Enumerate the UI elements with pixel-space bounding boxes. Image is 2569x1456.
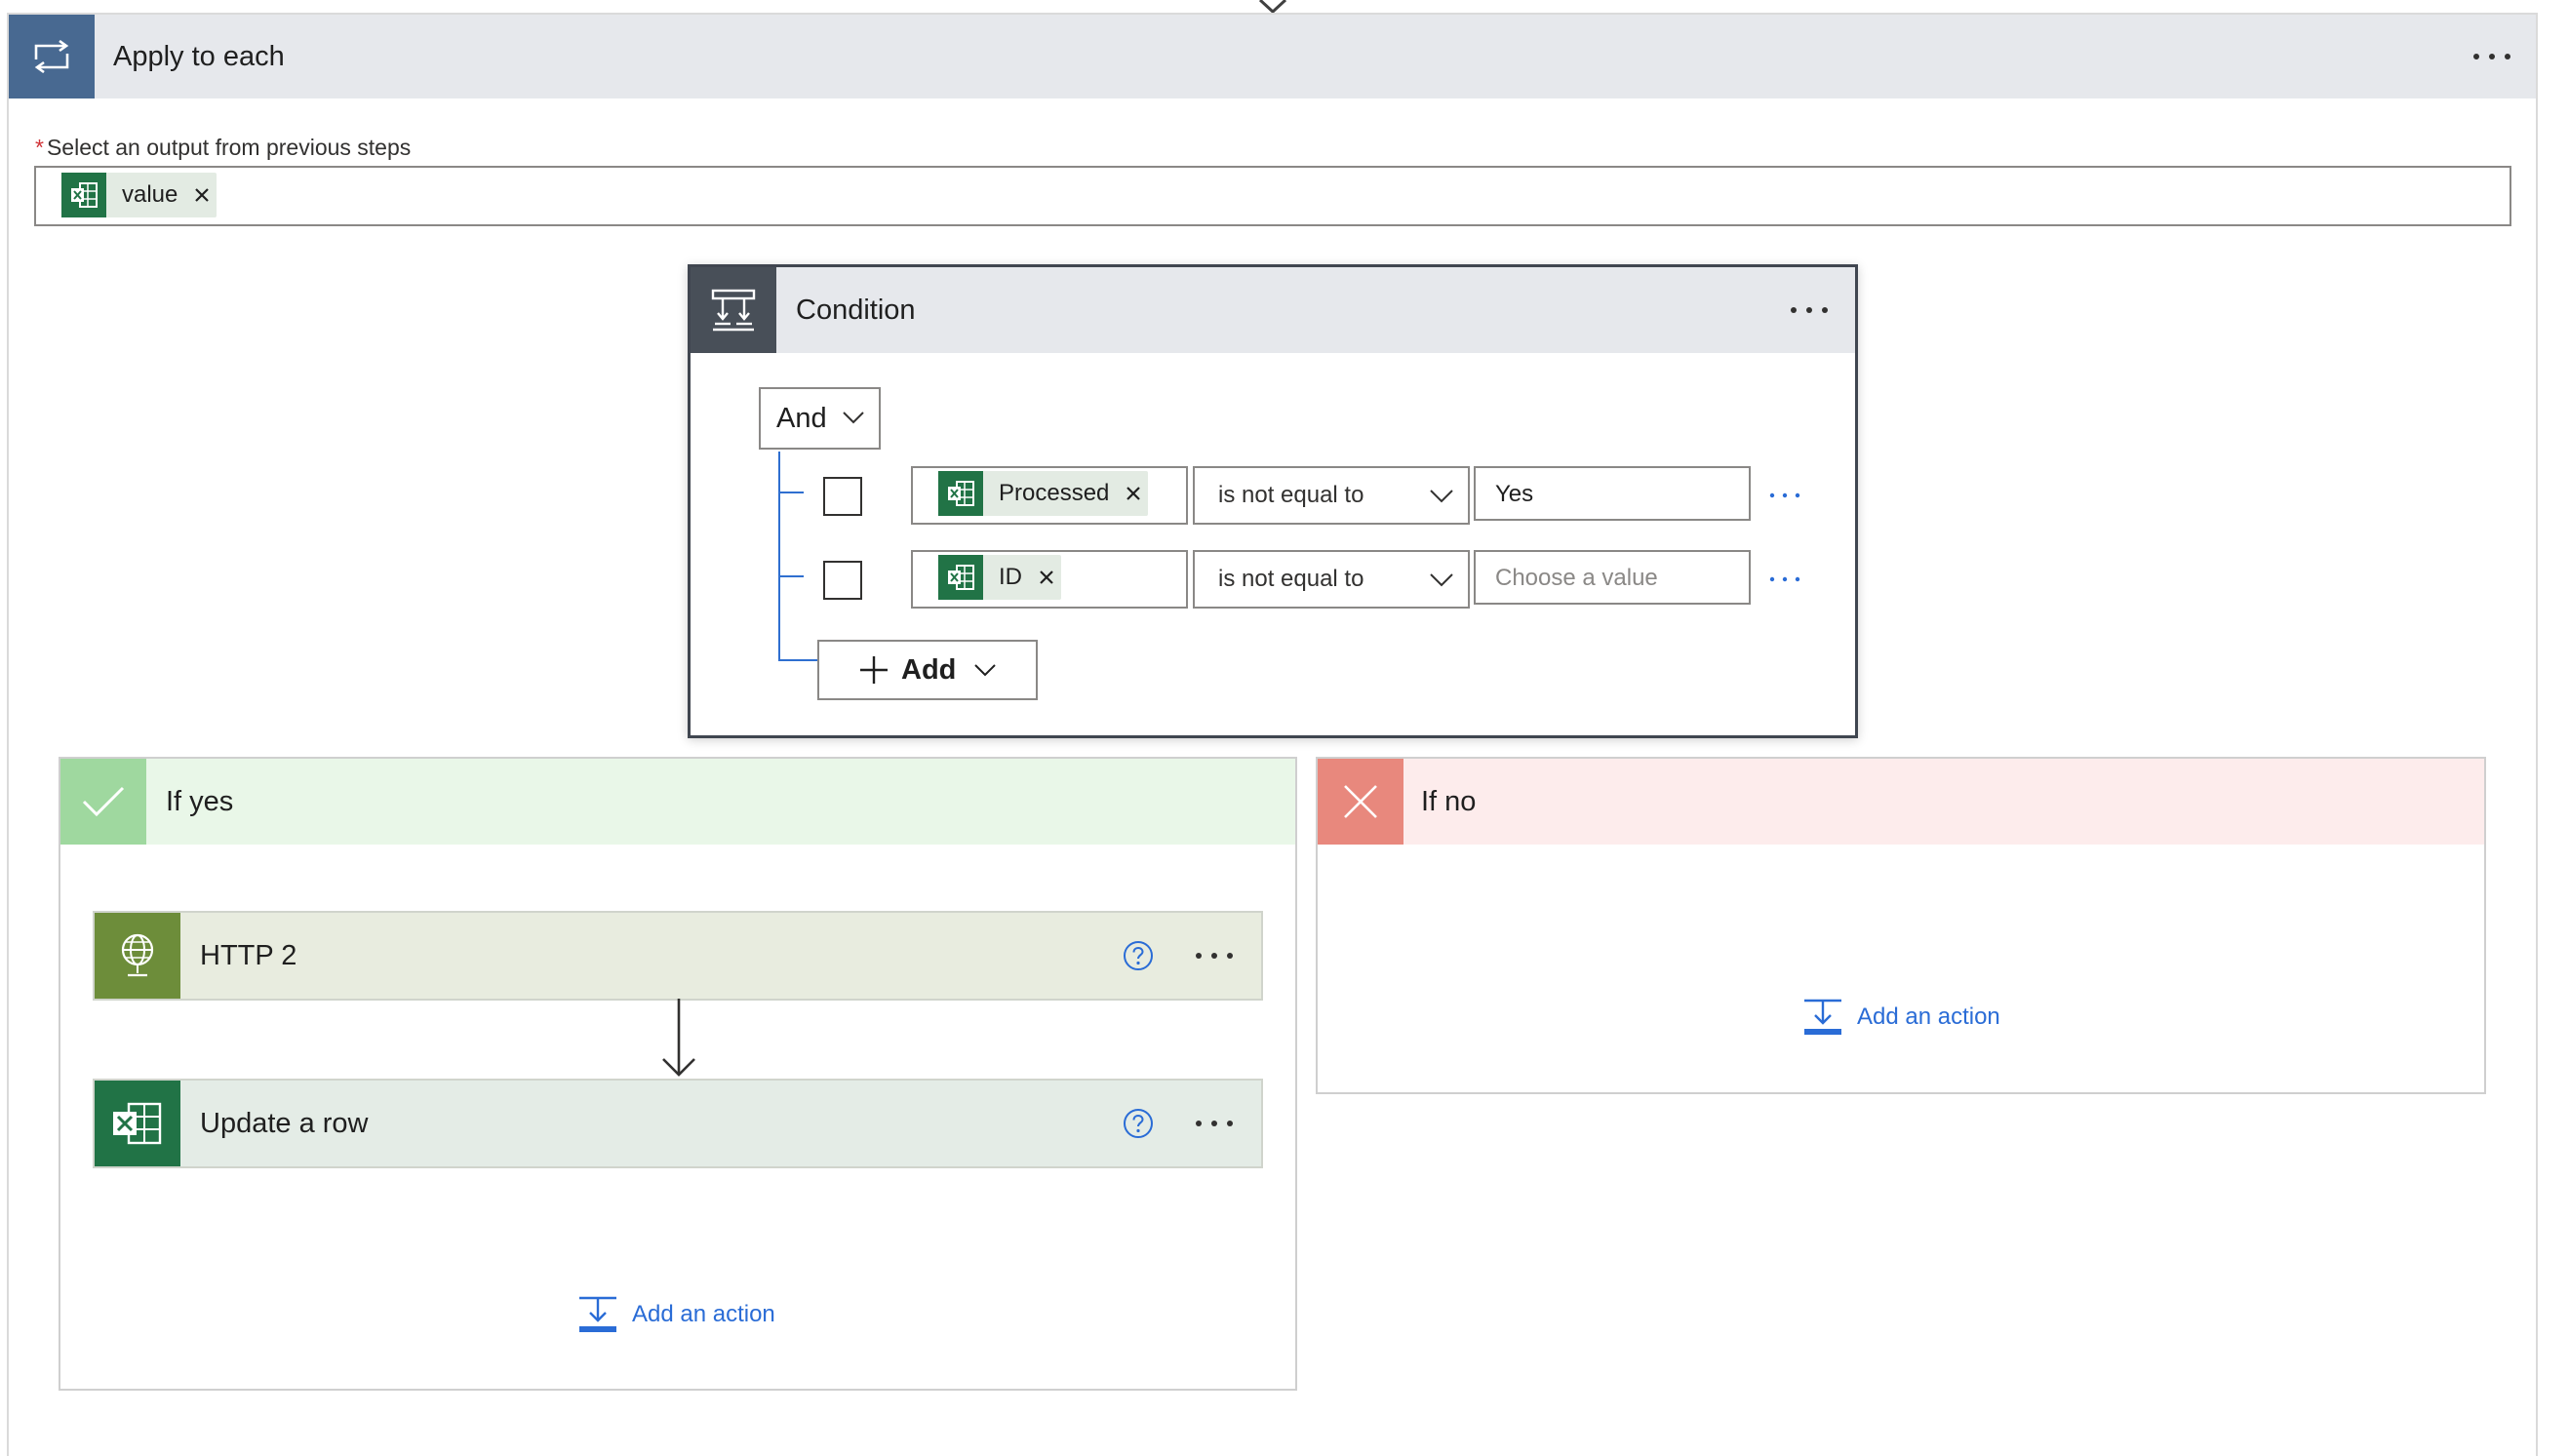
group-operator-value: And (776, 402, 827, 434)
token-label: Processed (999, 480, 1110, 506)
globe-icon (95, 913, 180, 999)
add-label: Add (901, 653, 957, 686)
add-action-label: Add an action (632, 1301, 775, 1327)
excel-icon (938, 555, 983, 600)
condition-left-operand[interactable]: ID (911, 550, 1188, 609)
chevron-down-icon (973, 663, 997, 677)
if-yes-title: If yes (166, 786, 234, 817)
operator-value: is not equal to (1218, 566, 1364, 592)
remove-token-icon[interactable] (187, 173, 217, 217)
tree-branch (778, 659, 819, 661)
token-label: ID (999, 564, 1022, 590)
chevron-down-icon (1429, 488, 1454, 503)
more-options-icon[interactable] (1185, 934, 1244, 977)
processed-token[interactable]: Processed (938, 471, 1149, 516)
update-row-action-card[interactable]: Update a row (93, 1079, 1263, 1168)
id-token[interactable]: ID (938, 555, 1061, 600)
chevron-down-icon (1429, 571, 1454, 587)
checkmark-icon (60, 759, 146, 845)
row-more-icon[interactable] (1763, 476, 1806, 515)
more-options-icon[interactable] (1185, 1102, 1244, 1145)
operator-value: is not equal to (1218, 482, 1364, 508)
token-label: value (122, 181, 178, 208)
apply-to-each-title: Apply to each (113, 41, 285, 72)
condition-icon (691, 267, 776, 353)
tree-line (778, 452, 780, 661)
condition-operator-select[interactable]: is not equal to (1193, 550, 1470, 609)
tree-branch (778, 575, 804, 577)
condition-value-input[interactable]: Choose a value (1474, 550, 1751, 605)
group-operator-select[interactable]: And (759, 387, 881, 450)
flow-arrow-icon (659, 999, 698, 1079)
if-yes-header[interactable] (60, 759, 1295, 845)
help-icon[interactable] (1123, 1108, 1154, 1139)
more-options-icon[interactable] (2458, 15, 2526, 98)
apply-to-each-header[interactable] (9, 15, 2536, 98)
select-output-input[interactable]: value (34, 166, 2511, 226)
row-checkbox[interactable] (823, 477, 862, 516)
action-title: Update a row (200, 1108, 369, 1139)
if-no-header[interactable] (1318, 759, 2484, 845)
add-condition-button[interactable]: Add (817, 640, 1038, 700)
if-no-title: If no (1421, 786, 1477, 817)
excel-icon (95, 1081, 180, 1166)
remove-token-icon[interactable] (1119, 471, 1148, 516)
add-an-action-link[interactable]: Add an action (577, 1295, 775, 1334)
action-title: HTTP 2 (200, 940, 297, 971)
row-more-icon[interactable] (1763, 560, 1806, 599)
add-action-label: Add an action (1857, 1003, 2000, 1030)
chevron-down-icon (842, 411, 865, 424)
add-action-icon (577, 1295, 618, 1334)
connector-arrow-icon (1256, 0, 1289, 14)
loop-icon (9, 15, 95, 98)
condition-left-operand[interactable]: Processed (911, 466, 1188, 525)
help-icon[interactable] (1123, 940, 1154, 971)
condition-value: Yes (1495, 481, 1534, 507)
close-icon (1318, 759, 1403, 845)
condition-title: Condition (796, 295, 916, 326)
condition-value-input[interactable]: Yes (1474, 466, 1751, 521)
value-token[interactable]: value (61, 173, 217, 217)
http-action-card[interactable]: HTTP 2 (93, 911, 1263, 1001)
tree-branch (778, 492, 804, 493)
more-options-icon[interactable] (1775, 267, 1843, 353)
plus-icon (858, 654, 889, 686)
row-checkbox[interactable] (823, 561, 862, 600)
condition-operator-select[interactable]: is not equal to (1193, 466, 1470, 525)
excel-icon (938, 471, 983, 516)
add-action-icon (1802, 998, 1843, 1037)
required-marker: * (35, 135, 44, 160)
remove-token-icon[interactable] (1032, 555, 1061, 600)
value-placeholder: Choose a value (1495, 565, 1658, 591)
add-an-action-link[interactable]: Add an action (1802, 998, 2000, 1037)
select-output-label: * Select an output from previous steps (35, 135, 412, 160)
excel-icon (61, 173, 106, 217)
